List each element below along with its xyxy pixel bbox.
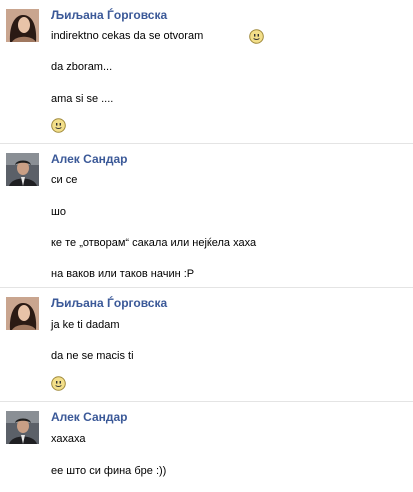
message-text: ее што си фина бре :)) [51, 465, 167, 477]
divider [0, 143, 413, 144]
divider [0, 401, 413, 402]
smile-face-icon [51, 376, 66, 391]
sender-name[interactable]: Алек Сандар [51, 410, 128, 424]
message-text: на ваков или таков начин :P [51, 268, 195, 280]
message-text: си се [51, 174, 78, 186]
avatar[interactable] [6, 153, 39, 186]
message-text: indirektno cekas da se otvoram [51, 30, 204, 42]
message-text: ке те „отворам“ сакала или нејќела хаха [51, 237, 257, 249]
message-text: da zboram... [51, 61, 113, 73]
message-text: ja ke ti dadam [51, 319, 120, 331]
avatar[interactable] [6, 9, 39, 42]
sender-name[interactable]: Алек Сандар [51, 152, 128, 166]
sender-name[interactable]: Љиљана Ѓорговска [51, 296, 167, 310]
smile-face-icon [249, 29, 264, 44]
divider [0, 287, 413, 288]
message-text: da ne se macis ti [51, 350, 134, 362]
message-text: хахаха [51, 433, 86, 445]
sender-name[interactable]: Љиљана Ѓорговска [51, 8, 167, 22]
avatar[interactable] [6, 411, 39, 444]
smile-face-icon [51, 118, 66, 133]
avatar[interactable] [6, 297, 39, 330]
message-text: шо [51, 206, 66, 218]
message-text: ama si se .... [51, 93, 114, 105]
